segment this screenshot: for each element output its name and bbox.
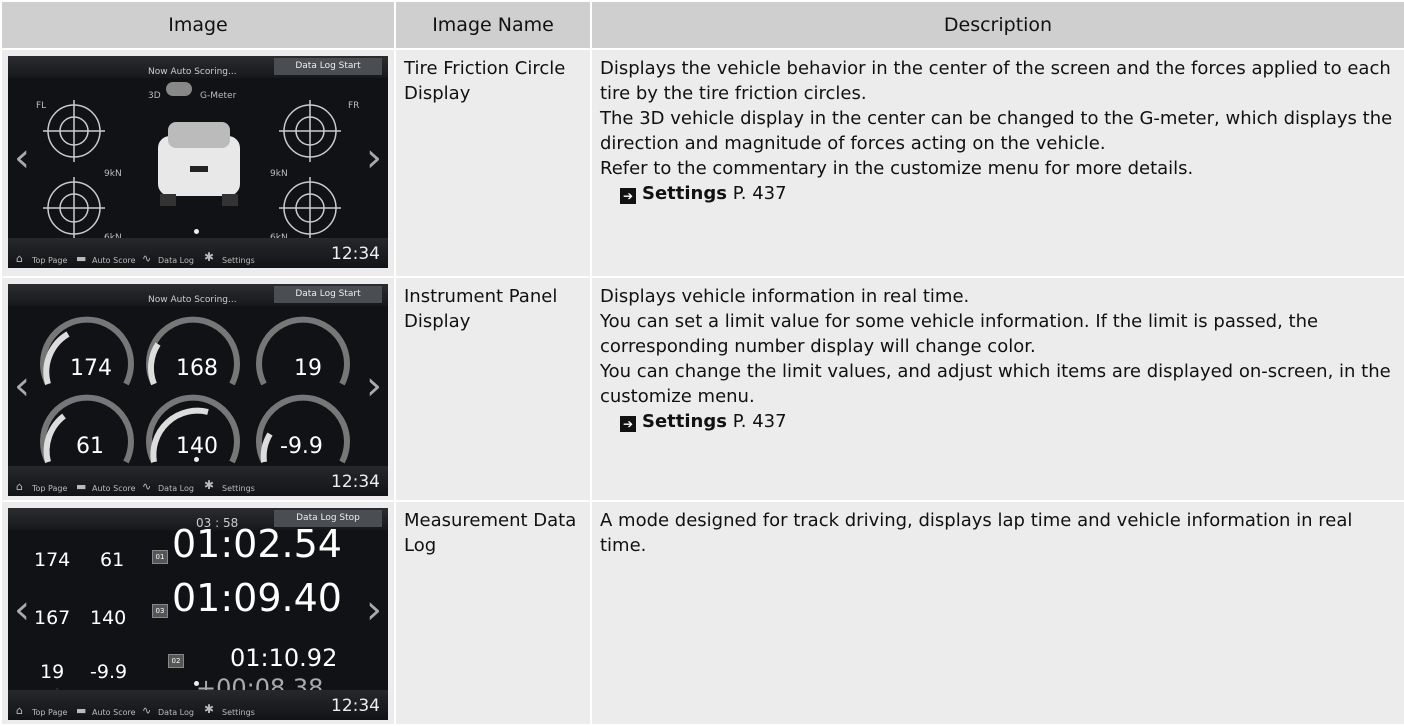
nav-top-page: Top Page — [32, 256, 68, 265]
corner-label-fl: FL — [36, 101, 47, 111]
corner-label-fr: FR — [348, 101, 360, 111]
reference-page: P. 437 — [732, 411, 787, 432]
gauge-value: 140 — [176, 434, 218, 459]
image-name: Measurement Data Log — [394, 500, 592, 726]
nav-data-log: Data Log — [158, 256, 194, 265]
cross-reference[interactable]: ➔ Settings P. 437 — [600, 409, 1396, 434]
force-fr: 9kN — [270, 169, 288, 179]
image-name: Tire Friction Circle Display — [394, 48, 592, 278]
gauge-arcs — [40, 316, 350, 464]
log-value: -9.9 — [90, 661, 128, 683]
description-line: Displays the vehicle behavior in the cen… — [600, 58, 1391, 104]
nav-settings: Settings — [222, 256, 255, 265]
nav-settings: Settings — [222, 484, 255, 493]
description-line: A mode designed for track driving, displ… — [600, 510, 1353, 556]
description-line: The 3D vehicle display in the center can… — [600, 108, 1393, 154]
lap-time-best: 01:02.54 — [172, 522, 342, 566]
lap-icon: 01 — [152, 550, 168, 564]
description-line: Displays vehicle information in real tim… — [600, 286, 970, 307]
nav-data-log: Data Log — [158, 484, 194, 493]
instrument-panel-screen-image: Now Auto Scoring... Data Log Start 174 1… — [8, 284, 388, 496]
log-value: 167 — [34, 607, 71, 629]
gear-icon: ✱ — [204, 250, 215, 264]
clock: 12:34 — [331, 696, 380, 716]
data-log-icon: ∿ — [142, 704, 152, 717]
page-indicator-dot — [194, 681, 199, 686]
chevron-right-icon: › — [366, 587, 382, 633]
tire-friction-screen-image: Now Auto Scoring... Data Log Start 3D G-… — [8, 56, 388, 268]
page-indicator-dot — [194, 229, 199, 234]
reference-arrow-icon: ➔ — [620, 188, 636, 204]
screen-bottom-bar: ⌂ Top Page ▬ Auto Score ∿ Data Log ✱ Set… — [8, 690, 388, 720]
reference-page: P. 437 — [732, 183, 787, 204]
table-row: 03 : 58 Data Log Stop 174 61 167 140 19 … — [0, 500, 1404, 726]
info-table: Image Image Name Description Now Auto Sc… — [0, 0, 1404, 726]
chevron-left-icon: ‹ — [14, 363, 30, 409]
log-value: 61 — [100, 549, 125, 571]
chevron-right-icon: › — [366, 135, 382, 181]
image-name: Instrument Panel Display — [394, 276, 592, 502]
car-icon: ▬ — [76, 252, 87, 265]
data-log-screen-image: 03 : 58 Data Log Stop 174 61 167 140 19 … — [8, 508, 388, 720]
gauge-value: 19 — [294, 356, 322, 381]
car-image — [158, 122, 240, 206]
nav-top-page: Top Page — [32, 484, 68, 493]
gauge-value: 168 — [176, 356, 218, 381]
description: A mode designed for track driving, displ… — [590, 500, 1404, 726]
home-icon: ⌂ — [16, 704, 23, 717]
nav-data-log: Data Log — [158, 708, 194, 717]
page-indicator-dot — [194, 457, 199, 462]
lap-icon: 03 — [152, 604, 168, 618]
gauge-value: 61 — [76, 434, 104, 459]
car-icon: ▬ — [76, 480, 87, 493]
image-cell: Now Auto Scoring... Data Log Start 174 1… — [0, 276, 396, 502]
clock: 12:34 — [331, 472, 380, 492]
description-line: You can change the limit values, and adj… — [600, 361, 1391, 407]
friction-circles — [43, 100, 341, 239]
table-row: Now Auto Scoring... Data Log Start 174 1… — [0, 276, 1404, 502]
reference-arrow-icon: ➔ — [620, 416, 636, 432]
description: Displays vehicle information in real tim… — [590, 276, 1404, 502]
gear-icon: ✱ — [204, 478, 215, 492]
table-row: Now Auto Scoring... Data Log Start 3D G-… — [0, 48, 1404, 278]
table-header-row: Image Image Name Description — [0, 0, 1404, 50]
nav-auto-score: Auto Score — [92, 708, 136, 717]
description-line: Refer to the commentary in the customize… — [600, 158, 1194, 179]
data-log-icon: ∿ — [142, 252, 152, 265]
nav-auto-score: Auto Score — [92, 256, 136, 265]
nav-auto-score: Auto Score — [92, 484, 136, 493]
chevron-left-icon: ‹ — [14, 587, 30, 633]
screen-bottom-bar: ⌂ Top Page ▬ Auto Score ∿ Data Log ✱ Set… — [8, 238, 388, 268]
description: Displays the vehicle behavior in the cen… — [590, 48, 1404, 278]
screen-bottom-bar: ⌂ Top Page ▬ Auto Score ∿ Data Log ✱ Set… — [8, 466, 388, 496]
log-value: 174 — [34, 549, 71, 571]
nav-settings: Settings — [222, 708, 255, 717]
reference-label: Settings — [642, 411, 727, 432]
description-line: You can set a limit value for some vehic… — [600, 311, 1319, 357]
lap-time-previous: 01:10.92 — [230, 644, 338, 672]
reference-label: Settings — [642, 183, 727, 204]
nav-top-page: Top Page — [32, 708, 68, 717]
chevron-left-icon: ‹ — [14, 135, 30, 181]
column-header-description: Description — [590, 0, 1404, 50]
gear-icon: ✱ — [204, 702, 215, 716]
force-fl: 9kN — [104, 169, 122, 179]
clock: 12:34 — [331, 244, 380, 264]
lap-icon: 02 — [168, 654, 184, 668]
log-value: 140 — [90, 607, 127, 629]
gauge-value: -9.9 — [280, 434, 323, 459]
home-icon: ⌂ — [16, 252, 23, 265]
chevron-right-icon: › — [366, 363, 382, 409]
cross-reference[interactable]: ➔ Settings P. 437 — [600, 181, 1396, 206]
image-cell: 03 : 58 Data Log Stop 174 61 167 140 19 … — [0, 500, 396, 726]
column-header-image-name: Image Name — [394, 0, 592, 50]
home-icon: ⌂ — [16, 480, 23, 493]
column-header-image: Image — [0, 0, 396, 50]
gauge-value: 174 — [70, 356, 112, 381]
lap-time-current: 01:09.40 — [172, 576, 342, 620]
data-log-icon: ∿ — [142, 480, 152, 493]
car-icon: ▬ — [76, 704, 87, 717]
image-cell: Now Auto Scoring... Data Log Start 3D G-… — [0, 48, 396, 278]
